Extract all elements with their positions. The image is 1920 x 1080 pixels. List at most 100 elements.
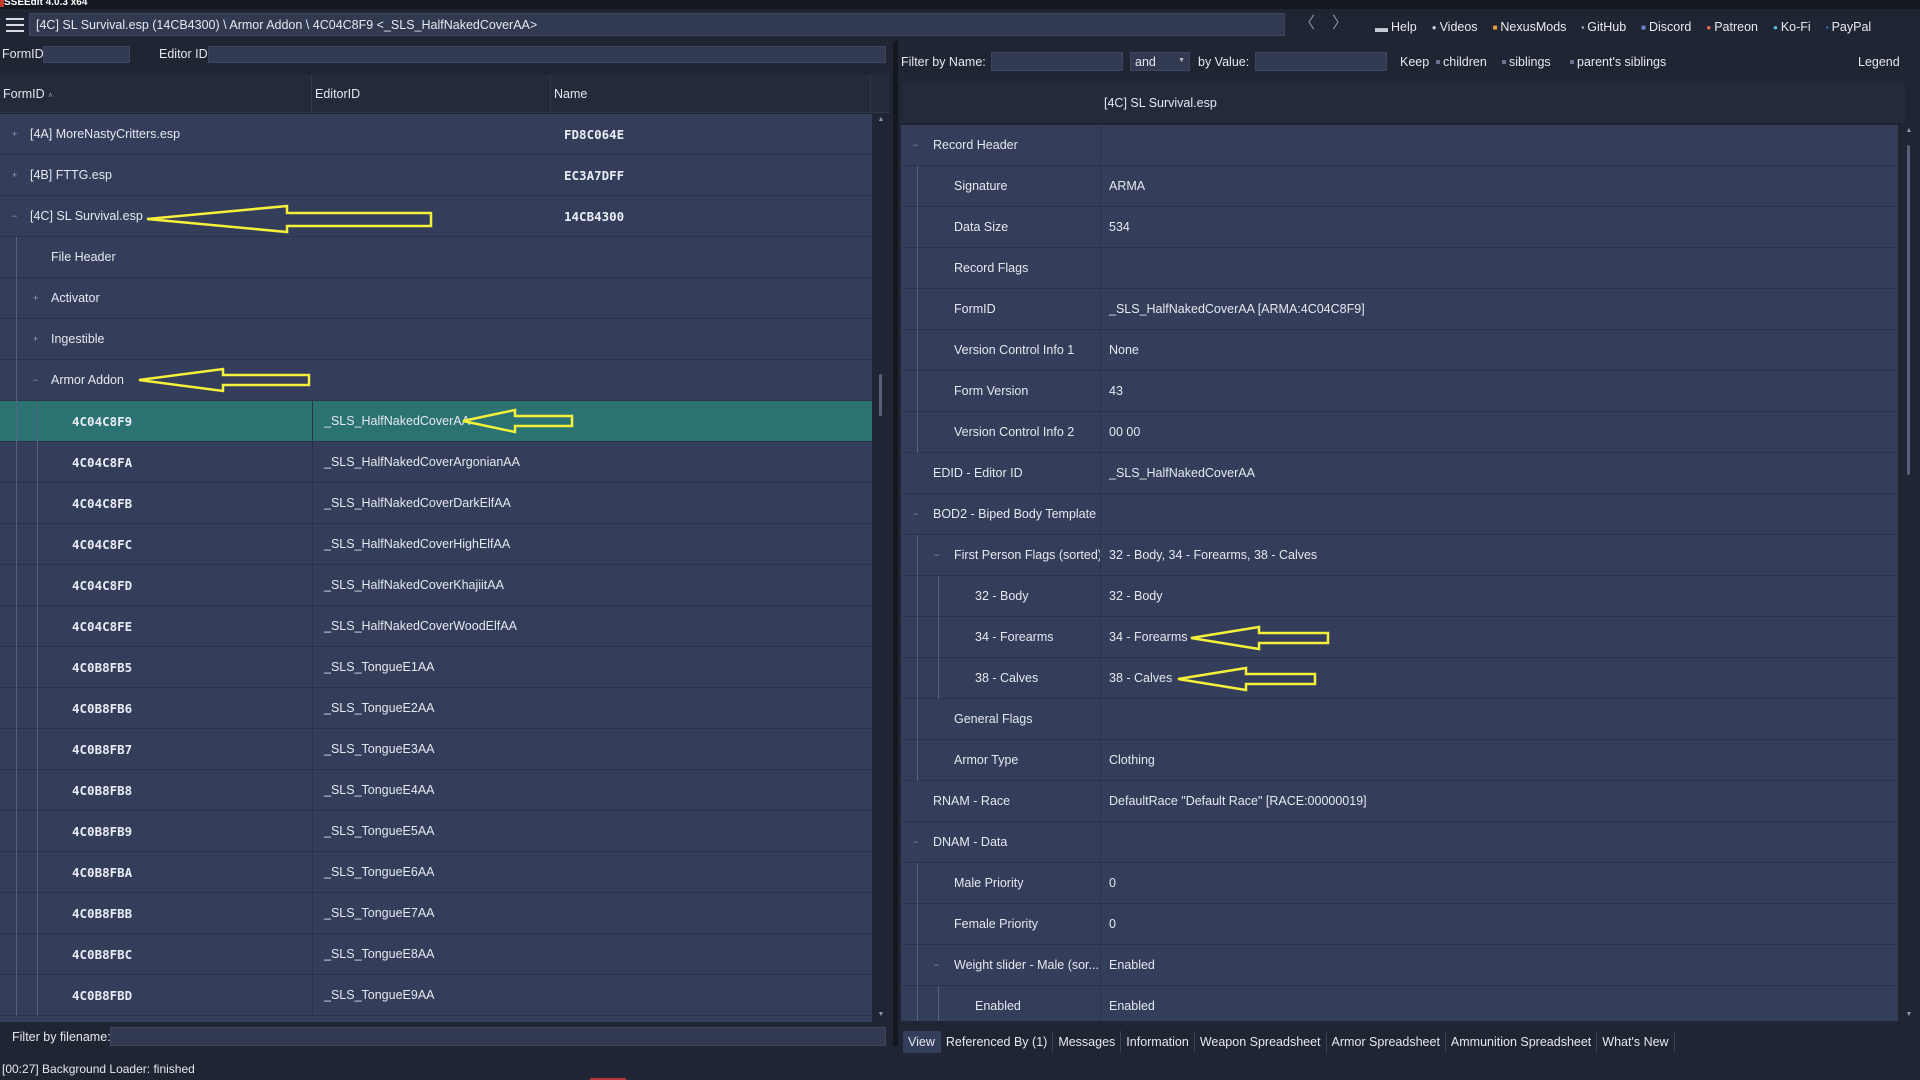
link-paypal[interactable]: ▪ PayPal xyxy=(1826,20,1871,34)
collapse-icon[interactable]: − xyxy=(12,196,17,237)
editorid-input[interactable] xyxy=(208,46,886,63)
link-help[interactable]: ▬ Help xyxy=(1375,20,1417,35)
record-field-row[interactable]: Male Priority 0 xyxy=(901,863,1898,904)
filter-name-input[interactable] xyxy=(991,52,1123,71)
record-row[interactable]: 4C0B8FB6 _SLS_TongueE2AA xyxy=(0,688,872,729)
link-patreon[interactable]: ● Patreon xyxy=(1706,20,1758,34)
field-name: First Person Flags (sorted) xyxy=(954,548,1102,562)
expand-icon[interactable]: + xyxy=(33,319,38,360)
record-field-row[interactable]: FormID _SLS_HalfNakedCoverAA [ARMA:4C04C8… xyxy=(901,289,1898,330)
link-ko-fi[interactable]: ● Ko-Fi xyxy=(1773,20,1811,34)
record-row[interactable]: 4C0B8FB8 _SLS_TongueE4AA xyxy=(0,770,872,811)
record-field-row[interactable]: General Flags xyxy=(901,699,1898,740)
filename-filter-input[interactable] xyxy=(110,1027,886,1046)
record-row[interactable]: 4C0B8FBC _SLS_TongueE8AA xyxy=(0,934,872,975)
record-row[interactable]: 4C0B8FBB _SLS_TongueE7AA xyxy=(0,893,872,934)
record-field-row[interactable]: 38 - Calves 38 - Calves xyxy=(901,658,1898,699)
scroll-down-icon[interactable]: ▼ xyxy=(1904,1011,1914,1018)
right-scrollbar[interactable]: ▲ ▼ xyxy=(1900,125,1918,1021)
record-row[interactable]: 4C04C8F9 _SLS_HalfNakedCoverAA xyxy=(0,401,872,442)
collapse-icon[interactable]: − xyxy=(33,360,38,401)
filename-filter-row: Filter by filename: xyxy=(0,1026,893,1048)
record-row[interactable]: 4C04C8FD _SLS_HalfNakedCoverKhajiitAA xyxy=(0,565,872,606)
collapse-icon[interactable]: − xyxy=(934,945,939,986)
record-field-row[interactable]: − Record Header xyxy=(901,125,1898,166)
tab-view[interactable]: View xyxy=(903,1031,941,1053)
tab-armor-spreadsheet[interactable]: Armor Spreadsheet xyxy=(1327,1031,1446,1053)
record-field-row[interactable]: Form Version 43 xyxy=(901,371,1898,412)
scroll-down-icon[interactable]: ▼ xyxy=(876,1011,886,1018)
record-row[interactable]: 4C04C8FE _SLS_HalfNakedCoverWoodElfAA xyxy=(0,606,872,647)
record-field-row[interactable]: Signature ARMA xyxy=(901,166,1898,207)
right-scroll-thumb[interactable] xyxy=(1907,145,1910,475)
column-header-formid[interactable]: FormID ˄ xyxy=(0,75,312,113)
record-field-row[interactable]: − BOD2 - Biped Body Template xyxy=(901,494,1898,535)
record-field-row[interactable]: Version Control Info 2 00 00 xyxy=(901,412,1898,453)
tab-ammunition-spreadsheet[interactable]: Ammunition Spreadsheet xyxy=(1446,1031,1598,1053)
record-field-row[interactable]: Female Priority 0 xyxy=(901,904,1898,945)
tab-weapon-spreadsheet[interactable]: Weapon Spreadsheet xyxy=(1195,1031,1327,1053)
collapse-icon[interactable]: − xyxy=(913,125,918,166)
record-field-row[interactable]: Record Flags xyxy=(901,248,1898,289)
record-field-row[interactable]: 34 - Forearms 34 - Forearms xyxy=(901,617,1898,658)
record-row[interactable]: 4C0B8FB7 _SLS_TongueE3AA xyxy=(0,729,872,770)
keep-siblings-checkbox[interactable]: siblings xyxy=(1502,55,1551,69)
forward-arrow-icon[interactable]: 〉 xyxy=(1330,14,1350,34)
by-value-input[interactable] xyxy=(1255,52,1387,71)
record-field-row[interactable]: Data Size 534 xyxy=(901,207,1898,248)
record-row[interactable]: 4C04C8FC _SLS_HalfNakedCoverHighElfAA xyxy=(0,524,872,565)
record-field-row[interactable]: − First Person Flags (sorted) 32 - Body, 3… xyxy=(901,535,1898,576)
record-row[interactable]: 4C0B8FB9 _SLS_TongueE5AA xyxy=(0,811,872,852)
expand-icon[interactable]: + xyxy=(12,155,17,196)
link-discord[interactable]: ■ Discord xyxy=(1641,20,1691,34)
tree-node-row[interactable]: File Header xyxy=(0,237,872,278)
column-header-name[interactable]: Name xyxy=(551,75,871,113)
collapse-icon[interactable]: − xyxy=(934,535,939,576)
record-row[interactable]: 4C0B8FBA _SLS_TongueE6AA xyxy=(0,852,872,893)
record-field-row[interactable]: 32 - Body 32 - Body xyxy=(901,576,1898,617)
record-field-row[interactable]: Version Control Info 1 None xyxy=(901,330,1898,371)
tab-messages[interactable]: Messages xyxy=(1053,1031,1122,1053)
tab-information[interactable]: Information xyxy=(1121,1031,1195,1053)
tree-node-row[interactable]: + [4A] MoreNastyCritters.esp FD8C064E xyxy=(0,114,872,155)
keep-children-checkbox[interactable]: children xyxy=(1436,55,1487,69)
tree-node-row[interactable]: + Activator xyxy=(0,278,872,319)
scroll-up-icon[interactable]: ▲ xyxy=(876,116,886,123)
record-row[interactable]: 4C0B8FBD _SLS_TongueE9AA xyxy=(0,975,872,1016)
column-separator xyxy=(312,729,313,770)
expand-icon[interactable]: + xyxy=(12,114,17,155)
record-field-row[interactable]: − Weight slider - Male (sor... Enabled xyxy=(901,945,1898,986)
tab-what-s-new[interactable]: What's New xyxy=(1597,1031,1675,1053)
record-path-box[interactable]: [4C] SL Survival.esp (14CB4300) \ Armor … xyxy=(29,13,1285,36)
tab-referenced-by-1[interactable]: Referenced By (1) xyxy=(941,1031,1054,1053)
tree-node-row[interactable]: − Armor Addon xyxy=(0,360,872,401)
collapse-icon[interactable]: − xyxy=(913,822,918,863)
column-header-editorid[interactable]: EditorID xyxy=(312,75,551,113)
record-row[interactable]: 4C04C8FA _SLS_HalfNakedCoverArgonianAA xyxy=(0,442,872,483)
link-videos[interactable]: ● Videos xyxy=(1432,20,1478,34)
legend-button[interactable]: Legend xyxy=(1858,55,1900,69)
link-nexusmods[interactable]: ■ NexusMods xyxy=(1493,20,1567,34)
record-field-row[interactable]: Armor Type Clothing xyxy=(901,740,1898,781)
back-arrow-icon[interactable]: 〈 xyxy=(1297,14,1317,34)
and-or-dropdown[interactable]: and ▼ xyxy=(1130,52,1190,71)
left-scroll-thumb[interactable] xyxy=(879,374,882,416)
link-github[interactable]: ▪ GitHub xyxy=(1581,20,1626,34)
record-field-row[interactable]: Enabled Enabled xyxy=(901,986,1898,1021)
tree-node-row[interactable]: + [4B] FTTG.esp EC3A7DFF xyxy=(0,155,872,196)
record-view-header: [4C] SL Survival.esp xyxy=(901,83,1905,123)
record-field-row[interactable]: EDID - Editor ID _SLS_HalfNakedCoverAA xyxy=(901,453,1898,494)
record-row[interactable]: 4C0B8FB5 _SLS_TongueE1AA xyxy=(0,647,872,688)
record-field-row[interactable]: RNAM - Race DefaultRace "Default Race" [R… xyxy=(901,781,1898,822)
record-row[interactable]: 4C04C8FB _SLS_HalfNakedCoverDarkElfAA xyxy=(0,483,872,524)
hamburger-menu-icon[interactable] xyxy=(6,18,24,32)
expand-icon[interactable]: + xyxy=(33,278,38,319)
keep-parents-siblings-checkbox[interactable]: parent's siblings xyxy=(1570,55,1666,69)
formid-input[interactable] xyxy=(43,46,130,63)
tree-node-row[interactable]: + Ingestible xyxy=(0,319,872,360)
record-field-row[interactable]: − DNAM - Data xyxy=(901,822,1898,863)
tree-node-row[interactable]: − [4C] SL Survival.esp 14CB4300 xyxy=(0,196,872,237)
collapse-icon[interactable]: − xyxy=(913,494,918,535)
left-scrollbar[interactable]: ▲ ▼ xyxy=(872,114,890,1022)
scroll-up-icon[interactable]: ▲ xyxy=(1904,127,1914,134)
